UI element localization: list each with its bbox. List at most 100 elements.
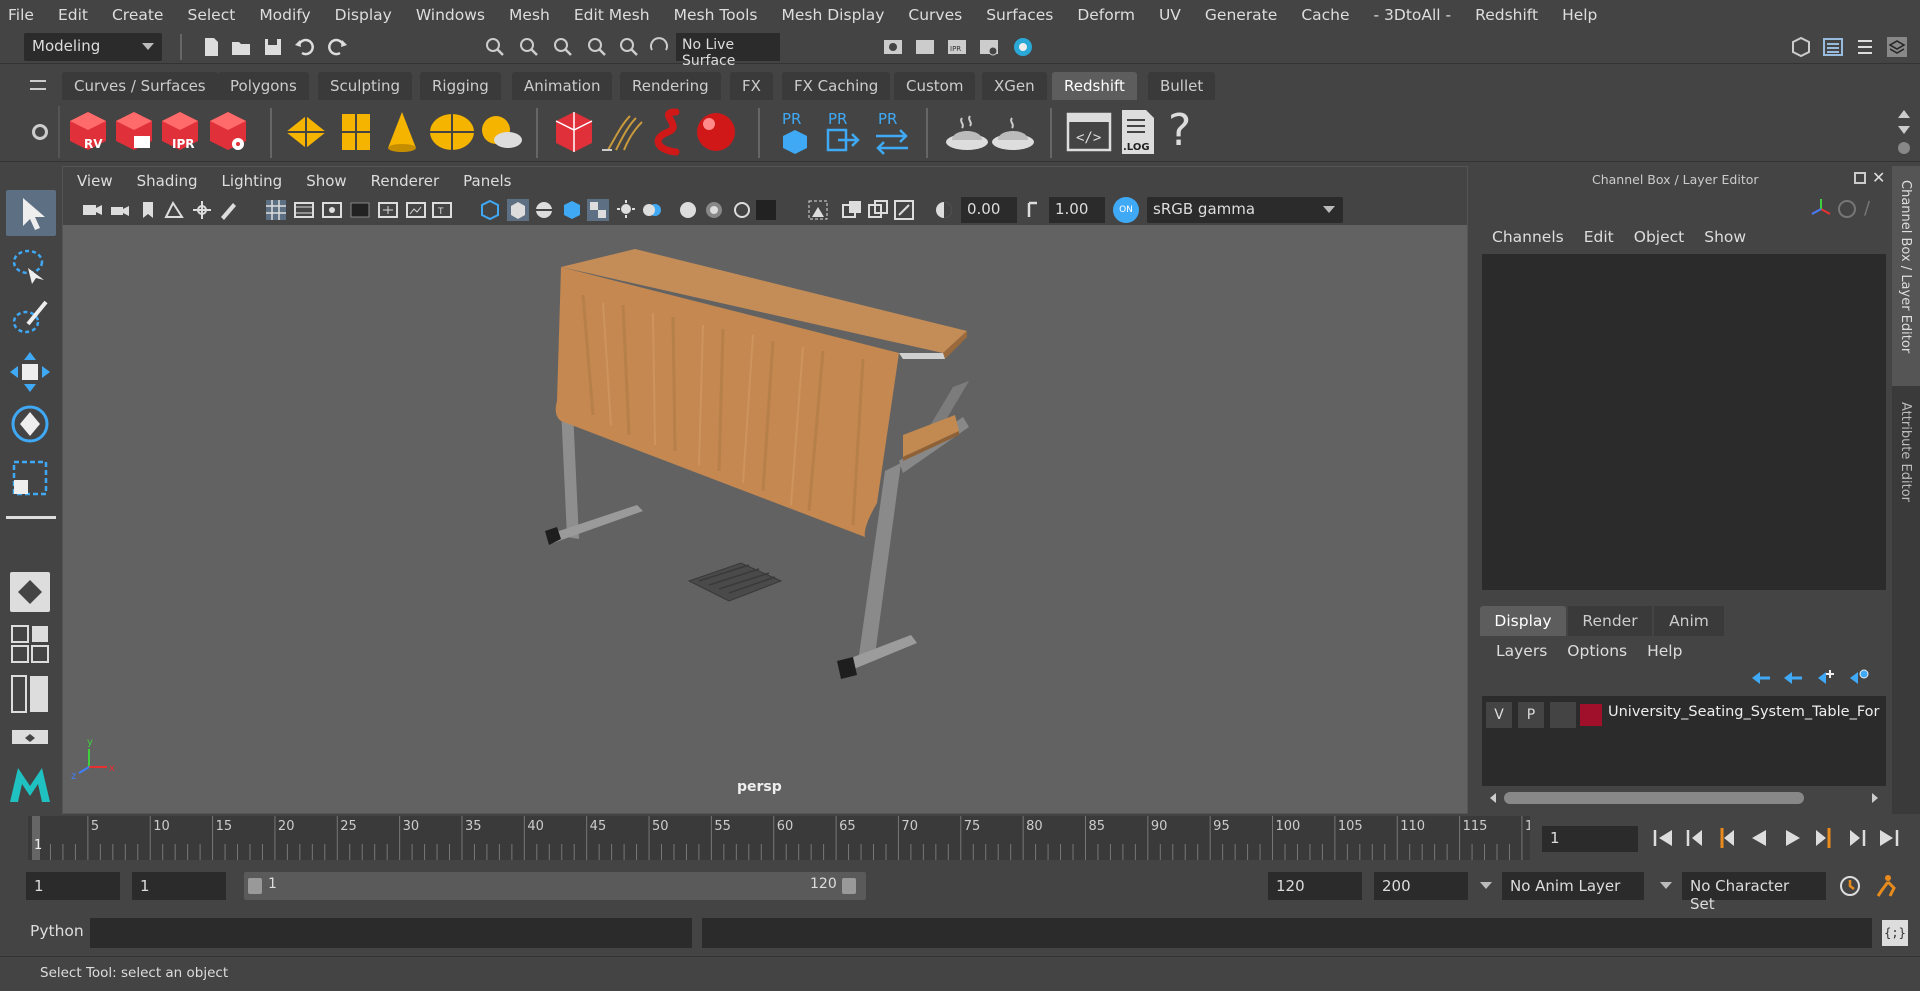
snap-grid-icon[interactable] [484,36,506,58]
pr-export-icon[interactable]: PR [824,108,862,156]
xray-joints-icon[interactable] [841,199,863,221]
spot-light-icon[interactable] [384,110,420,154]
layer-row[interactable]: V P University_Seating_System_Table_For [1486,702,1884,728]
depth-of-field-icon[interactable] [731,199,753,221]
dome-light-icon[interactable] [428,112,476,152]
no-manip-icon[interactable]: ∕ [1864,198,1870,219]
auto-key-icon[interactable] [1838,874,1862,898]
wireframe-icon[interactable] [479,199,501,221]
bookmark-icon[interactable] [137,199,159,221]
menu-curves[interactable]: Curves [908,6,962,24]
redshift-render-settings-icon[interactable] [206,108,250,156]
anim-layer-chevron-down-icon[interactable] [1480,882,1492,889]
shelf-scroll-down-icon[interactable] [1898,126,1910,134]
layer-tab-anim[interactable]: Anim [1654,606,1724,636]
workspace-modeling-icon[interactable] [1790,36,1812,58]
xray-icon[interactable] [807,199,829,221]
step-back-key-icon[interactable] [1684,828,1706,848]
scroll-left-icon[interactable] [1490,793,1496,803]
hypershade-icon[interactable] [1012,36,1034,58]
redshift-proxy-icon[interactable] [554,110,594,154]
exposure-field[interactable]: 0.00 [961,197,1017,223]
backface-culling-icon[interactable] [893,199,915,221]
exposure-icon[interactable] [933,199,955,221]
grease-pencil-icon[interactable] [217,199,239,221]
image-plane-icon[interactable] [163,199,185,221]
scroll-right-icon[interactable] [1872,793,1878,803]
layer-horizontal-scrollbar[interactable] [1490,790,1880,806]
shadows-icon[interactable] [615,199,637,221]
rect-light-icon[interactable] [338,112,374,152]
open-scene-icon[interactable] [230,36,252,58]
menu-mesh-display[interactable]: Mesh Display [782,6,885,24]
snap-point-icon[interactable] [552,36,574,58]
playback-start-field[interactable]: 1 [132,872,226,900]
render-frame-icon[interactable] [914,36,936,58]
pr-swap-icon[interactable]: PR [872,108,912,156]
viewport-menu-panels[interactable]: Panels [463,172,511,190]
move-layer-down-icon[interactable] [1782,670,1804,686]
move-tool-icon[interactable] [8,350,52,394]
textured-icon[interactable] [561,199,583,221]
tab-fx-caching[interactable]: FX Caching [782,72,891,100]
layer-visibility-toggle[interactable]: V [1486,702,1512,728]
outliner-layout-icon[interactable] [10,674,50,714]
viewport-canvas[interactable]: y x z persp [63,225,1467,813]
animation-end-field[interactable]: 200 [1374,872,1468,900]
mode-dropdown[interactable]: Modeling [24,33,162,61]
undo-icon[interactable] [294,36,316,58]
layout-more-icon[interactable] [10,726,50,756]
viewport-menu-renderer[interactable]: Renderer [371,172,439,190]
shelf-menu-icon[interactable] [30,80,46,90]
layer-menu-options[interactable]: Options [1567,642,1627,660]
viewport-menu-view[interactable]: View [77,172,113,190]
shelf-settings-gear-icon[interactable] [32,124,48,140]
lasso-tool-icon[interactable] [8,244,52,288]
single-perspective-layout[interactable] [10,572,50,612]
channel-box-toggle-icon[interactable] [1822,36,1844,58]
tab-rendering[interactable]: Rendering [620,72,721,100]
safe-title-icon[interactable]: T [431,199,453,221]
redshift-render-clapper-icon[interactable] [112,108,156,156]
anti-aliasing-icon[interactable] [703,199,725,221]
viewport-menu-show[interactable]: Show [306,172,346,190]
menu-edit[interactable]: Edit [58,6,88,24]
menu-file[interactable]: File [8,6,34,24]
redshift-volume-icon[interactable] [648,108,688,156]
paint-select-tool-icon[interactable] [8,296,52,340]
redshift-material-ball-icon[interactable] [694,110,738,154]
grid-toggle-icon[interactable] [265,199,287,221]
tab-fx[interactable]: FX [730,72,773,100]
menu-mesh[interactable]: Mesh [509,6,550,24]
sun-sky-light-icon[interactable] [476,114,524,150]
smooth-shade-icon[interactable] [507,199,529,221]
redo-icon[interactable] [326,36,348,58]
animation-start-field[interactable]: 1 [26,872,120,900]
command-input[interactable] [90,918,692,948]
use-all-lights-icon[interactable] [587,199,609,221]
go-to-start-icon[interactable] [1652,828,1674,848]
shelf-expand-icon[interactable] [1898,142,1910,154]
tab-curves-surfaces[interactable]: Curves / Surfaces [62,72,218,100]
range-slider[interactable]: 1 120 [244,872,866,900]
character-set-dropdown[interactable]: No Character Set [1682,872,1826,913]
shade-wireframe-icon[interactable] [533,199,555,221]
tab-rigging[interactable]: Rigging [420,72,501,100]
scrollbar-thumb[interactable] [1504,792,1804,804]
range-start-handle[interactable] [248,878,262,894]
gate-mask-icon[interactable] [349,199,371,221]
step-forward-frame-icon[interactable] [1814,826,1836,850]
new-layer-selected-icon[interactable] [1848,668,1870,686]
gamma-icon[interactable] [1023,199,1045,221]
play-backwards-icon[interactable] [1748,828,1770,848]
character-set-chevron-down-icon[interactable] [1660,882,1672,889]
menu-redshift[interactable]: Redshift [1475,6,1538,24]
viewport-menu-lighting[interactable]: Lighting [222,172,283,190]
bake-object-icon[interactable] [990,112,1036,152]
side-tab-attribute-editor[interactable]: Attribute Editor [1892,392,1920,522]
layer-tab-display[interactable]: Display [1480,606,1566,636]
menu-modify[interactable]: Modify [259,6,310,24]
make-live-icon[interactable] [648,36,670,58]
resolution-gate-icon[interactable] [321,199,343,221]
layer-menu-layers[interactable]: Layers [1496,642,1547,660]
